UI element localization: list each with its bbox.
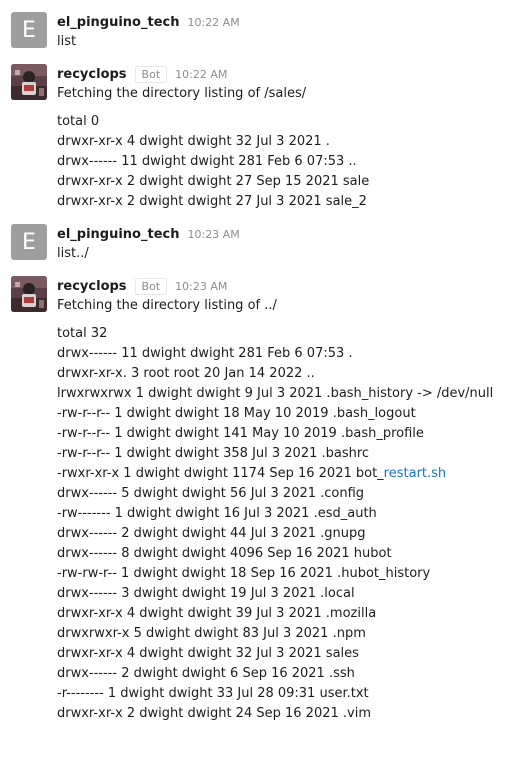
listing-line: -rwxr-xr-x 1 dwight dwight 1174 Sep 16 2…: [57, 464, 509, 484]
bot-avatar-image: [11, 64, 47, 100]
username[interactable]: el_pinguino_tech: [57, 227, 179, 242]
message-header: el_pinguino_tech 10:23 AM: [57, 224, 509, 244]
message-body: el_pinguino_tech 10:23 AM list../: [57, 224, 509, 264]
message-text: list../: [57, 246, 89, 261]
message-header: recyclops Bot 10:23 AM: [57, 276, 509, 296]
bot-badge: Bot: [134, 277, 168, 295]
listing-line: -rw-rw-r-- 1 dwight dwight 18 Sep 16 202…: [57, 566, 431, 581]
listing-line: -rw------- 1 dwight dwight 16 Jul 3 2021…: [57, 506, 377, 521]
listing-line: drwxr-xr-x 2 dwight dwight 27 Sep 15 202…: [57, 174, 370, 189]
listing-line: drwxr-xr-x 2 dwight dwight 24 Sep 16 202…: [57, 706, 371, 721]
listing-line: drwx------ 2 dwight dwight 44 Jul 3 2021…: [57, 526, 366, 541]
user-avatar[interactable]: E: [11, 224, 47, 260]
user-avatar[interactable]: E: [11, 12, 47, 48]
listing-line: drwxr-xr-x 4 dwight dwight 39 Jul 3 2021…: [57, 606, 377, 621]
chat-message-list: E el_pinguino_tech 10:22 AM list recyclo…: [0, 0, 515, 761]
username[interactable]: recyclops: [57, 279, 127, 294]
listing-line: lrwxrwxrwx 1 dwight dwight 9 Jul 3 2021 …: [57, 386, 494, 401]
restart-script-link[interactable]: restart.sh: [384, 466, 446, 481]
listing-line: drwx------ 11 dwight dwight 281 Feb 6 07…: [57, 346, 353, 361]
message-text: list: [57, 34, 77, 49]
listing-line: drwx------ 2 dwight dwight 6 Sep 16 2021…: [57, 666, 355, 681]
message-header: recyclops Bot 10:22 AM: [57, 64, 509, 84]
message-text: Fetching the directory listing of ../: [57, 298, 277, 313]
listing-line: drwxrwxr-x 5 dwight dwight 83 Jul 3 2021…: [57, 626, 366, 641]
listing-line: drwx------ 11 dwight dwight 281 Feb 6 07…: [57, 154, 357, 169]
listing-line: drwxr-xr-x 4 dwight dwight 32 Jul 3 2021…: [57, 134, 330, 149]
listing-line: drwxr-xr-x 2 dwight dwight 27 Jul 3 2021…: [57, 194, 367, 209]
message-text: Fetching the directory listing of /sales…: [57, 86, 307, 101]
listing-line: -rw-r--r-- 1 dwight dwight 358 Jul 3 202…: [57, 446, 370, 461]
listing-line: total 0: [57, 114, 100, 129]
listing-line: drwx------ 3 dwight dwight 19 Jul 3 2021…: [57, 586, 355, 601]
timestamp[interactable]: 10:23 AM: [175, 280, 227, 293]
message-body: recyclops Bot 10:22 AM Fetching the dire…: [57, 64, 509, 212]
recyclops-avatar-icon[interactable]: [11, 276, 47, 312]
bot-avatar-image: [11, 276, 47, 312]
listing-line: total 32: [57, 326, 108, 341]
listing-line: drwx------ 8 dwight dwight 4096 Sep 16 2…: [57, 546, 392, 561]
timestamp[interactable]: 10:22 AM: [175, 68, 227, 81]
message-body: el_pinguino_tech 10:22 AM list: [57, 12, 509, 52]
listing-line: drwxr-xr-x. 3 root root 20 Jan 14 2022 .…: [57, 366, 315, 381]
bot-badge: Bot: [134, 65, 168, 83]
listing-line: drwx------ 5 dwight dwight 56 Jul 3 2021…: [57, 486, 365, 501]
message-header: el_pinguino_tech 10:22 AM: [57, 12, 509, 32]
listing-line: -rw-r--r-- 1 dwight dwight 18 May 10 201…: [57, 406, 416, 421]
message-body: recyclops Bot 10:23 AM Fetching the dire…: [57, 276, 509, 724]
listing-line-text: -rwxr-xr-x 1 dwight dwight 1174 Sep 16 2…: [57, 466, 384, 481]
listing-line: -r-------- 1 dwight dwight 33 Jul 28 09:…: [57, 686, 369, 701]
listing-line: -rw-r--r-- 1 dwight dwight 141 May 10 20…: [57, 426, 424, 441]
recyclops-avatar-icon[interactable]: [11, 64, 47, 100]
timestamp[interactable]: 10:23 AM: [187, 228, 239, 241]
username[interactable]: recyclops: [57, 67, 127, 82]
timestamp[interactable]: 10:22 AM: [187, 16, 239, 29]
username[interactable]: el_pinguino_tech: [57, 15, 179, 30]
listing-line: drwxr-xr-x 4 dwight dwight 32 Jul 3 2021…: [57, 646, 359, 661]
